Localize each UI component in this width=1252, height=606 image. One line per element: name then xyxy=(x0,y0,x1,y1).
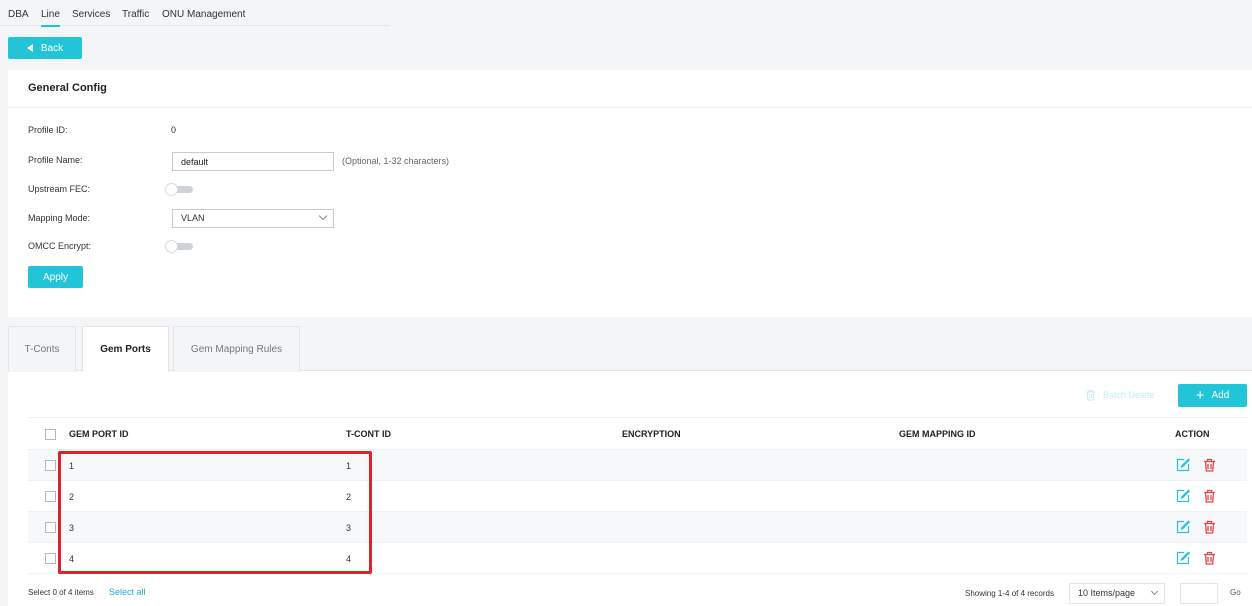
tcont-id-cell: 1 xyxy=(346,461,352,471)
tab-gem-mapping-rules[interactable]: Gem Mapping Rules xyxy=(173,326,300,372)
profile-id-label: Profile ID: xyxy=(28,125,68,135)
batch-delete-label: Batch Delete xyxy=(1103,390,1155,400)
gem-port-id-cell: 4 xyxy=(69,554,75,564)
tcont-id-cell: 4 xyxy=(346,554,352,564)
header-tcont-id: T-CONT ID xyxy=(346,429,391,439)
delete-icon[interactable] xyxy=(1203,458,1216,472)
tab-t-conts[interactable]: T-Conts xyxy=(8,326,76,372)
page-size-value: 10 Items/page xyxy=(1078,588,1136,598)
row-checkbox[interactable] xyxy=(45,491,56,502)
row-checkbox[interactable] xyxy=(45,553,56,564)
tab-traffic[interactable]: Traffic xyxy=(122,9,149,20)
general-config-title: General Config xyxy=(28,82,107,94)
table-row: 2 2 xyxy=(28,481,1247,512)
tcont-id-cell: 3 xyxy=(346,523,352,533)
tcont-id-cell: 2 xyxy=(346,492,352,502)
back-button[interactable]: Back xyxy=(8,37,82,59)
edit-icon[interactable] xyxy=(1176,551,1190,565)
profile-id-value: 0 xyxy=(171,125,177,135)
tab-onu-management[interactable]: ONU Management xyxy=(162,9,245,20)
table-row: 1 1 xyxy=(28,450,1247,481)
tab-gem-ports[interactable]: Gem Ports xyxy=(82,326,169,372)
header-gem-mapping-id: GEM MAPPING ID xyxy=(899,429,976,439)
delete-icon[interactable] xyxy=(1203,551,1216,565)
row-checkbox[interactable] xyxy=(45,460,56,471)
edit-icon[interactable] xyxy=(1176,489,1190,503)
plus-icon: + xyxy=(1195,387,1205,404)
header-gem-port-id: GEM PORT ID xyxy=(69,429,129,439)
upstream-fec-toggle[interactable] xyxy=(165,183,193,196)
select-all-link[interactable]: Select all xyxy=(109,587,146,597)
toggle-knob xyxy=(165,183,178,196)
tab-dba[interactable]: DBA xyxy=(8,9,29,20)
profile-name-label: Profile Name: xyxy=(28,155,83,165)
mapping-mode-value: VLAN xyxy=(181,213,205,223)
header-action: ACTION xyxy=(1175,429,1210,439)
upstream-fec-label: Upstream FEC: xyxy=(28,184,91,194)
omcc-encrypt-label: OMCC Encrypt: xyxy=(28,241,92,251)
mapping-mode-select[interactable]: VLAN xyxy=(172,209,334,228)
mapping-mode-label: Mapping Mode: xyxy=(28,213,91,223)
row-checkbox[interactable] xyxy=(45,522,56,533)
records-summary: Showing 1-4 of 4 records xyxy=(965,589,1054,598)
selection-count: Select 0 of 4 items xyxy=(28,588,94,597)
profile-name-hint: (Optional, 1-32 characters) xyxy=(342,156,450,166)
edit-icon[interactable] xyxy=(1176,520,1190,534)
edit-icon[interactable] xyxy=(1176,458,1190,472)
omcc-encrypt-toggle[interactable] xyxy=(165,240,193,253)
delete-icon[interactable] xyxy=(1203,489,1216,503)
chevron-down-icon xyxy=(318,211,328,221)
gem-port-id-cell: 2 xyxy=(69,492,75,502)
profile-name-input[interactable] xyxy=(172,152,334,171)
table-header: GEM PORT ID T-CONT ID ENCRYPTION GEM MAP… xyxy=(28,417,1247,450)
top-nav: DBA Line Services Traffic ONU Management xyxy=(0,0,390,27)
gem-ports-panel: T-Conts Gem Ports Gem Mapping Rules Batc… xyxy=(8,326,1252,606)
gem-port-id-cell: 3 xyxy=(69,523,75,533)
header-encryption: ENCRYPTION xyxy=(622,429,681,439)
go-button[interactable]: Go xyxy=(1230,588,1241,597)
page-number-input[interactable] xyxy=(1180,583,1218,604)
table-row: 4 4 xyxy=(28,543,1247,574)
gem-ports-table: GEM PORT ID T-CONT ID ENCRYPTION GEM MAP… xyxy=(28,417,1247,574)
add-label: Add xyxy=(1211,390,1230,401)
back-arrow-icon xyxy=(26,44,33,52)
tab-services[interactable]: Services xyxy=(72,9,110,20)
toggle-knob xyxy=(165,240,178,253)
divider xyxy=(8,107,1252,108)
tab-line[interactable]: Line xyxy=(41,9,60,27)
select-all-checkbox[interactable] xyxy=(45,429,56,440)
general-config-card: General Config Profile ID: 0 Profile Nam… xyxy=(8,70,1252,317)
chevron-down-icon xyxy=(1150,587,1159,596)
batch-delete-button[interactable]: Batch Delete xyxy=(1085,389,1155,401)
delete-icon[interactable] xyxy=(1203,520,1216,534)
apply-button[interactable]: Apply xyxy=(28,266,83,288)
back-label: Back xyxy=(40,42,64,54)
add-button[interactable]: + Add xyxy=(1178,384,1247,407)
page-size-select[interactable]: 10 Items/page xyxy=(1069,583,1165,604)
trash-icon xyxy=(1086,390,1095,401)
gem-port-id-cell: 1 xyxy=(69,461,75,471)
table-row: 3 3 xyxy=(28,512,1247,543)
